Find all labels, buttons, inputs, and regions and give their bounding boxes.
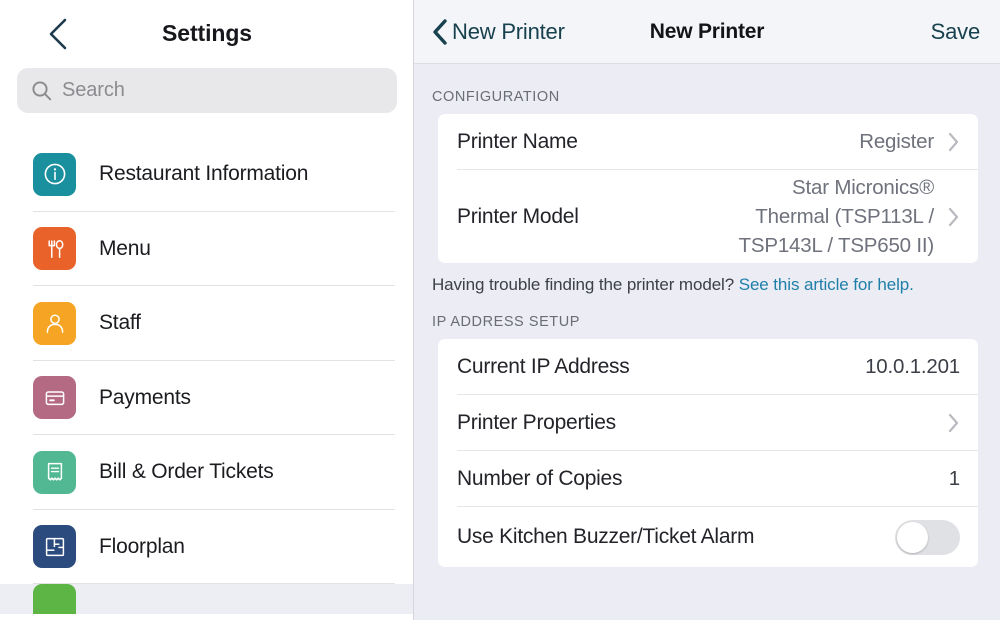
person-icon	[33, 301, 76, 345]
search-placeholder: Search	[62, 79, 125, 101]
row-label: Current IP Address	[457, 355, 630, 378]
chevron-left-icon	[433, 18, 447, 45]
sidebar-item-label: Floorplan	[99, 534, 185, 558]
list-separator	[33, 613, 395, 614]
chevron-right-icon	[948, 132, 959, 152]
chevron-left-icon	[49, 18, 67, 50]
search-icon	[32, 81, 52, 101]
app-root: Settings Search Restaurant Information M…	[0, 0, 1000, 620]
row-label: Printer Name	[457, 130, 578, 153]
help-article-link[interactable]: See this article for help.	[739, 275, 914, 294]
receipt-icon	[33, 450, 76, 494]
configuration-card: Printer Name Register Printer Model Star…	[438, 114, 978, 263]
chevron-right-icon	[948, 413, 959, 433]
row-label: Printer Model	[457, 204, 579, 228]
sidebar-item-label: Staff	[99, 311, 141, 335]
row-separator	[457, 262, 978, 263]
detail-header: New Printer New Printer Save	[414, 0, 1000, 64]
help-text-prefix: Having trouble finding the printer model…	[432, 275, 739, 294]
sidebar-item-menu[interactable]: Menu	[0, 212, 414, 286]
row-value: 1	[948, 467, 960, 490]
search-input[interactable]: Search	[17, 68, 397, 113]
printer-model-help-text: Having trouble finding the printer model…	[414, 275, 1000, 295]
row-printer-properties[interactable]: Printer Properties	[438, 395, 978, 451]
fork-knife-icon	[33, 227, 76, 271]
row-separator	[457, 566, 978, 567]
row-current-ip-address: Current IP Address 10.0.1.201	[438, 339, 978, 395]
sidebar-back-button[interactable]	[36, 12, 80, 56]
green-square-icon	[33, 584, 76, 614]
new-printer-panel: New Printer New Printer Save CONFIGURATI…	[414, 0, 1000, 620]
section-header-configuration: CONFIGURATION	[432, 89, 560, 105]
sidebar-item-restaurant-information[interactable]: Restaurant Information	[0, 137, 414, 212]
settings-sidebar: Settings Search Restaurant Information M…	[0, 0, 414, 620]
sidebar-item-label: Restaurant Information	[99, 162, 309, 186]
ip-address-card: Current IP Address 10.0.1.201 Printer Pr…	[438, 339, 978, 567]
row-value: 10.0.1.201	[865, 355, 960, 378]
sidebar-item-label: Menu	[99, 236, 151, 260]
row-printer-model[interactable]: Printer Model Star Micronics® Thermal (T…	[438, 170, 978, 263]
row-accessory-group: Star Micronics® Thermal (TSP113L / TSP14…	[719, 173, 960, 260]
row-label: Use Kitchen Buzzer/Ticket Alarm	[457, 525, 755, 548]
detail-back-button[interactable]: New Printer	[432, 18, 565, 46]
chevron-right-icon	[948, 207, 959, 226]
row-label: Printer Properties	[457, 411, 616, 434]
row-accessory-group: Register	[859, 130, 960, 154]
row-number-of-copies[interactable]: Number of Copies 1	[438, 451, 978, 507]
save-button[interactable]: Save	[923, 0, 1000, 63]
row-accessory-group	[895, 519, 960, 555]
row-value: Star Micronics® Thermal (TSP113L / TSP14…	[738, 176, 935, 257]
save-button-label: Save	[930, 18, 981, 44]
row-accessory-group: 1	[949, 467, 960, 491]
kitchen-buzzer-toggle[interactable]	[895, 519, 960, 555]
detail-body: CONFIGURATION Printer Name Register Prin…	[414, 89, 1000, 620]
row-label: Number of Copies	[457, 467, 623, 490]
row-accessory-group: 10.0.1.201	[865, 355, 960, 379]
credit-card-icon	[33, 376, 76, 420]
detail-back-label: New Printer	[452, 18, 565, 44]
sidebar-item-floorplan[interactable]: Floorplan	[0, 510, 414, 584]
floorplan-icon	[33, 525, 76, 569]
section-header-ip-address-setup: IP ADDRESS SETUP	[432, 314, 580, 330]
info-circle-icon	[33, 152, 76, 196]
sidebar-item-label: Payments	[99, 385, 191, 409]
settings-list: Restaurant Information Menu Staff Paymen…	[0, 137, 414, 614]
row-value: Register	[859, 130, 934, 153]
row-printer-name[interactable]: Printer Name Register	[438, 114, 978, 170]
sidebar-header: Settings	[0, 0, 414, 66]
sidebar-item-selected-partial[interactable]	[0, 584, 414, 614]
sidebar-item-payments[interactable]: Payments	[0, 361, 414, 435]
row-kitchen-buzzer[interactable]: Use Kitchen Buzzer/Ticket Alarm	[438, 507, 978, 567]
sidebar-item-staff[interactable]: Staff	[0, 286, 414, 361]
toggle-knob	[897, 521, 928, 553]
row-accessory-group	[947, 412, 960, 434]
sidebar-item-bill-order-tickets[interactable]: Bill & Order Tickets	[0, 435, 414, 510]
sidebar-item-label: Bill & Order Tickets	[99, 460, 274, 484]
